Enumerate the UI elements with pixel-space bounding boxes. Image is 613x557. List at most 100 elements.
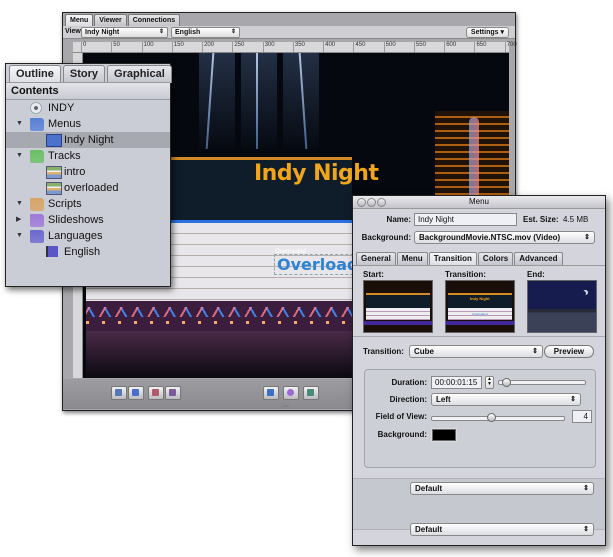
disclosure-collapsed-icon[interactable]: ▶ [16,212,24,228]
ruler-tick-label: 450 [355,42,366,48]
background-color-well[interactable] [431,428,457,442]
tab-connections[interactable]: Connections [127,14,181,26]
thumb-sign [366,293,430,309]
ruler-tick [81,42,82,52]
updown-arrows-icon: ⇕ [583,526,589,533]
resize-grip-icon[interactable]: ⋯ [283,403,289,410]
duration-slider-knob[interactable] [501,378,511,387]
ruler-tick [444,42,446,52]
ruler-tick [353,42,355,52]
inspector-tabs: General Menu Transition Colors Advanced [356,252,564,265]
direction-select[interactable]: Left ⇕ [431,393,581,406]
ruler-tick-label: 500 [385,42,396,48]
tree-item-slideshows[interactable]: ▶ Slideshows [6,212,170,228]
ruler-tick-label: 400 [325,42,336,48]
settings-button-label: Settings [470,29,499,36]
ruler-tick [171,42,173,52]
tree-item-indy[interactable]: INDY [6,100,170,116]
ruler-tick-label: 600 [446,42,457,48]
duration-stepper[interactable]: ▲ ▼ [485,376,494,389]
duration-field[interactable]: 00:00:01:15 [431,376,482,389]
field-of-view-slider-knob[interactable] [486,413,496,422]
tab-general[interactable]: General [356,252,396,265]
outline-tabs: Outline Story Graphical [9,65,174,83]
simulate-button[interactable] [263,386,279,400]
tree-item-languages[interactable]: ▼ Languages [6,228,170,244]
menu-title-text[interactable]: Indy Night [254,161,379,186]
tab-menu[interactable]: Menu [65,14,94,26]
disclosure-expanded-icon[interactable]: ▼ [16,196,24,212]
ruler-tick-label: 200 [204,42,215,48]
tree-item-scripts[interactable]: ▼ Scripts [6,196,170,212]
track-icon [46,182,62,195]
display-mode-icon [307,389,314,396]
tree-item-label: Languages [48,230,103,242]
tree-item-label: Scripts [48,198,82,210]
end-select-value: Default [415,525,443,534]
tab-advanced[interactable]: Advanced [514,252,563,265]
tree-item-overloaded[interactable]: overloaded [6,180,170,196]
language-select[interactable]: English ⇕ [171,27,240,38]
tree-item-tracks[interactable]: ▼ Tracks [6,148,170,164]
tab-outline[interactable]: Outline [9,65,61,83]
spotlight-beam [199,53,235,149]
divider [353,336,605,337]
menu-inspector: Menu Name: Indy Night Est. Size: 4.5 MB … [352,195,606,546]
end-transition-select[interactable]: Default ⇕ [410,523,594,536]
name-field[interactable]: Indy Night [414,213,517,226]
distribute-button[interactable] [165,386,181,400]
spotlight-beam [256,53,258,149]
ruler-tick-label: 700 [506,42,517,48]
thumb-title-text: Indy Night [470,296,490,301]
field-of-view-label: Field of View: [375,412,427,421]
send-backward-button[interactable] [111,386,127,400]
tab-viewer[interactable]: Viewer [94,14,127,26]
background-select-value: BackgroundMovie.NTSC.mov (Video) [419,233,561,242]
align-button[interactable] [148,386,164,400]
ruler-tick [474,42,476,52]
background-select[interactable]: BackgroundMovie.NTSC.mov (Video) ⇕ [414,231,595,244]
settings-button[interactable]: Settings ▾ [465,27,509,38]
inspector-titlebar[interactable]: Menu [353,196,605,209]
tree-item-label: Tracks [48,150,81,162]
motion-button[interactable] [283,386,299,400]
ruler-tick [413,42,415,52]
tree-item-indy-night[interactable]: Indy Night [6,132,170,148]
ruler-tick-label: 0 [83,42,87,48]
disclosure-expanded-icon[interactable]: ▼ [16,148,24,164]
layer-back-icon [115,389,122,396]
start-transition-select[interactable]: Default ⇕ [410,482,594,495]
track-icon [46,166,62,179]
end-thumb-label: End: [527,270,545,279]
transition-select[interactable]: Cube ⇕ [409,345,543,358]
tab-story[interactable]: Story [62,65,106,83]
updown-arrows-icon: ⇕ [230,29,236,35]
field-of-view-field[interactable]: 4 [572,410,592,423]
align-icon [152,389,159,396]
start-thumb-label: Start: [363,270,384,279]
duration-slider[interactable] [498,380,586,385]
tab-menu[interactable]: Menu [396,252,428,265]
preview-button[interactable]: Preview [543,345,594,358]
tree-item-label: intro [64,166,86,178]
tree-item-intro[interactable]: intro [6,164,170,180]
view-select[interactable]: Indy Night ⇕ [81,27,168,38]
tab-transition[interactable]: Transition [428,252,477,265]
est-size-label: Est. Size: [523,215,559,224]
thumb-button-text: Overloaded [472,312,488,316]
disclosure-expanded-icon[interactable]: ▼ [16,228,24,244]
transition-tab-body: Start: Transition: End: Indy Night Overl… [353,265,605,545]
background-color-label: Background: [377,430,427,439]
tab-graphical[interactable]: Graphical [107,65,172,83]
tab-colors[interactable]: Colors [477,252,514,265]
bring-forward-button[interactable] [128,386,144,400]
updown-arrows-icon: ⇕ [532,348,538,355]
tree-item-english[interactable]: English [6,244,170,260]
tree-item-menus[interactable]: ▼ Menus [6,116,170,132]
project-tree: INDY ▼ Menus Indy Night ▼ Tracks intro overload… [6,100,170,260]
updown-arrows-icon: ⇕ [583,485,589,492]
field-of-view-slider[interactable] [431,416,565,421]
disclosure-expanded-icon[interactable]: ▼ [16,116,24,132]
updown-arrows-icon: ⇕ [570,396,576,403]
display-mode-button[interactable] [303,386,319,400]
